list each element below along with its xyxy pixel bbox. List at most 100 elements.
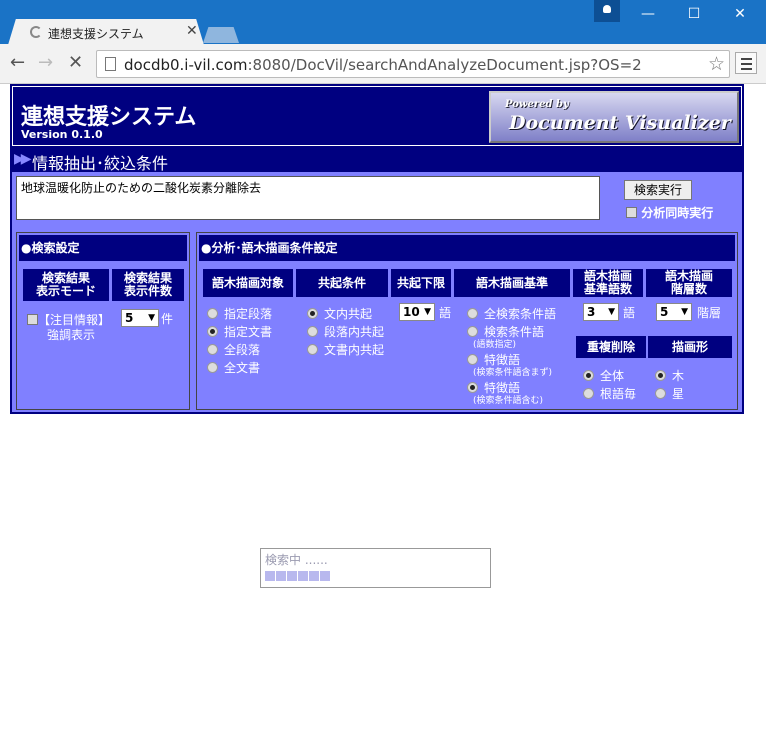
highlight-label: 【注目情報】 bbox=[38, 313, 111, 327]
progress-segment bbox=[298, 571, 308, 581]
layers-header: 語木描画 階層数 bbox=[646, 269, 732, 297]
url-path: :8080/DocVil/searchAndAnalyzeDocument.js… bbox=[247, 56, 642, 74]
criteria-radio[interactable] bbox=[467, 354, 478, 365]
highlight-checkbox[interactable] bbox=[27, 314, 38, 325]
app-version: Version 0.1.0 bbox=[21, 128, 103, 141]
target-option-label: 全文書 bbox=[224, 361, 261, 375]
lower-limit-unit: 語 bbox=[439, 306, 452, 320]
criteria-radio[interactable] bbox=[467, 326, 478, 337]
address-bar[interactable]: docdb0.i-vil.com:8080/DocVil/searchAndAn… bbox=[96, 50, 730, 78]
search-settings-panel: ●検索設定 検索結果 表示モード 検索結果 表示件数 【注目情報】 強調表示 5… bbox=[16, 232, 190, 410]
base-words-select[interactable]: 3 bbox=[583, 303, 619, 321]
progress-segment bbox=[309, 571, 319, 581]
maximize-button[interactable]: ☐ bbox=[672, 2, 716, 26]
simultaneous-analysis-checkbox[interactable] bbox=[626, 207, 637, 218]
search-status-text: 検索中 ...... bbox=[265, 553, 328, 567]
simultaneous-analysis-option[interactable]: 分析同時実行 bbox=[626, 204, 713, 221]
browser-menu-button[interactable] bbox=[735, 52, 757, 74]
user-profile-icon[interactable] bbox=[594, 0, 620, 22]
tab-title: 連想支援システム bbox=[48, 27, 144, 41]
shape-option[interactable]: 木 bbox=[655, 367, 684, 384]
layers-select[interactable]: 5 bbox=[656, 303, 692, 321]
back-arrow-icon[interactable]: ← bbox=[10, 52, 25, 73]
shape-header: 描画形 bbox=[648, 336, 732, 358]
logo-powered-by: Powered by bbox=[505, 99, 569, 110]
layers-unit: 階層 bbox=[697, 306, 722, 320]
app-container: 連想支援システム Version 0.1.0 Powered by Docume… bbox=[10, 84, 744, 414]
forward-arrow-icon[interactable]: → bbox=[38, 52, 53, 73]
cooccurrence-option-label: 文書内共起 bbox=[324, 343, 385, 357]
target-option-label: 全段落 bbox=[224, 343, 261, 357]
shape-radio[interactable] bbox=[655, 388, 666, 399]
base-words-unit: 語 bbox=[623, 306, 636, 320]
close-window-button[interactable]: ✕ bbox=[718, 2, 762, 26]
progress-segment bbox=[265, 571, 275, 581]
target-option[interactable]: 全文書 bbox=[207, 359, 260, 376]
target-radio[interactable] bbox=[207, 344, 218, 355]
criteria-header: 語木描画基準 bbox=[454, 269, 570, 297]
criteria-radio[interactable] bbox=[467, 308, 478, 319]
search-row: 地球温暖化防止のための二酸化炭素分離除去 検索実行 分析同時実行 bbox=[12, 172, 742, 226]
minimize-button[interactable]: — bbox=[626, 2, 670, 26]
browser-toolbar: ← → ✕ docdb0.i-vil.com:8080/DocVil/searc… bbox=[0, 44, 766, 84]
target-radio[interactable] bbox=[207, 362, 218, 373]
criteria-radio[interactable] bbox=[467, 382, 478, 393]
app-header: 連想支援システム Version 0.1.0 Powered by Docume… bbox=[12, 86, 742, 146]
cooccurrence-radio[interactable] bbox=[307, 344, 318, 355]
document-visualizer-logo: Powered by Document Visualizer bbox=[489, 91, 739, 143]
tab-close-icon[interactable]: ✕ bbox=[186, 23, 198, 39]
criteria-sub-label: (語数指定) bbox=[473, 340, 517, 350]
shape-radio[interactable] bbox=[655, 370, 666, 381]
cooccurrence-header: 共起条件 bbox=[296, 269, 388, 297]
cooccurrence-option[interactable]: 文内共起 bbox=[307, 305, 372, 322]
lower-limit-select[interactable]: 10 bbox=[399, 303, 435, 321]
target-option[interactable]: 指定段落 bbox=[207, 305, 272, 322]
window-titlebar: 連想支援システム ✕ — ☐ ✕ bbox=[0, 0, 766, 45]
cooccurrence-option-label: 文内共起 bbox=[324, 307, 373, 321]
analysis-settings-panel: ●分析･語木描画条件設定 語木描画対象 共起条件 共起下限 語木描画基準 語木描… bbox=[196, 232, 738, 410]
search-settings-title: ●検索設定 bbox=[19, 235, 187, 261]
analysis-settings-title: ●分析･語木描画条件設定 bbox=[199, 235, 735, 261]
logo-name: Document Visualizer bbox=[509, 112, 731, 134]
cooccurrence-radio[interactable] bbox=[307, 326, 318, 337]
section-arrow-icon: ▶▶ bbox=[14, 151, 31, 167]
dedup-radio[interactable] bbox=[583, 388, 594, 399]
target-radio[interactable] bbox=[207, 308, 218, 319]
progress-segment bbox=[276, 571, 286, 581]
target-option-label: 指定文書 bbox=[224, 325, 273, 339]
stop-loading-icon[interactable]: ✕ bbox=[68, 52, 83, 73]
target-radio[interactable] bbox=[207, 326, 218, 337]
cooccurrence-option-label: 段落内共起 bbox=[324, 325, 385, 339]
browser-tab[interactable]: 連想支援システム ✕ bbox=[8, 19, 204, 45]
base-words-header: 語木描画 基準語数 bbox=[573, 269, 643, 297]
display-count-select[interactable]: 5 bbox=[121, 309, 159, 327]
bookmark-star-icon[interactable]: ☆ bbox=[708, 53, 725, 75]
criteria-sub-label: (検索条件語含む) bbox=[473, 396, 544, 406]
cooccurrence-option[interactable]: 段落内共起 bbox=[307, 323, 384, 340]
target-option[interactable]: 全段落 bbox=[207, 341, 260, 358]
progress-segment bbox=[287, 571, 297, 581]
cooccurrence-radio[interactable] bbox=[307, 308, 318, 319]
dedup-option[interactable]: 根語毎 bbox=[583, 385, 636, 402]
target-option-label: 指定段落 bbox=[224, 307, 273, 321]
cooccurrence-option[interactable]: 文書内共起 bbox=[307, 341, 384, 358]
criteria-option[interactable]: 全検索条件語 bbox=[467, 305, 556, 322]
query-textarea[interactable]: 地球温暖化防止のための二酸化炭素分離除去 bbox=[16, 176, 600, 220]
search-run-button[interactable]: 検索実行 bbox=[624, 180, 692, 200]
dedup-header: 重複削除 bbox=[576, 336, 646, 358]
display-count-header: 検索結果 表示件数 bbox=[112, 269, 184, 301]
url-text: docdb0.i-vil.com:8080/DocVil/searchAndAn… bbox=[124, 56, 642, 74]
search-status-box: 検索中 ...... bbox=[260, 548, 491, 588]
url-host: docdb0.i-vil.com bbox=[124, 56, 248, 74]
dedup-option-label: 全体 bbox=[600, 369, 625, 383]
shape-option[interactable]: 星 bbox=[655, 385, 684, 402]
shape-option-label: 木 bbox=[672, 369, 685, 383]
dedup-radio[interactable] bbox=[583, 370, 594, 381]
shape-option-label: 星 bbox=[672, 387, 685, 401]
dedup-option[interactable]: 全体 bbox=[583, 367, 624, 384]
dedup-option-label: 根語毎 bbox=[600, 387, 637, 401]
new-tab-button[interactable] bbox=[203, 27, 239, 43]
target-option[interactable]: 指定文書 bbox=[207, 323, 272, 340]
criteria-option-label: 全検索条件語 bbox=[484, 307, 557, 321]
highlight-label-2: 強調表示 bbox=[47, 328, 96, 342]
